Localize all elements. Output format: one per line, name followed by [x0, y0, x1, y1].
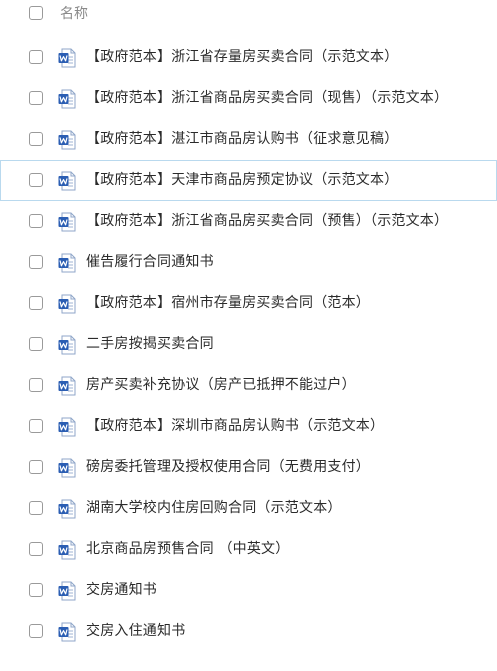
file-name-link[interactable]: 二手房按揭买卖合同 — [86, 334, 214, 354]
word-doc-icon — [58, 540, 76, 560]
file-row[interactable]: 湖南大学校内住房回购合同（示范文本） — [0, 488, 497, 529]
file-name-link[interactable]: 【政府范本】湛江市商品房认购书（征求意见稿） — [86, 129, 398, 149]
file-name-link[interactable]: 交房入住通知书 — [86, 621, 185, 641]
file-name-link[interactable]: 【政府范本】浙江省商品房买卖合同（预售）（示范文本） — [86, 211, 448, 231]
word-doc-icon — [58, 622, 76, 642]
file-row[interactable]: 磅房委托管理及授权使用合同（无费用支付） — [0, 447, 497, 488]
word-doc-icon — [58, 499, 76, 519]
file-name-link[interactable]: 【政府范本】宿州市存量房买卖合同（范本） — [86, 293, 370, 313]
word-doc-icon — [58, 130, 76, 150]
file-row[interactable]: 房产买卖补充协议（房产已抵押不能过户） — [0, 365, 497, 406]
word-doc-icon — [58, 253, 76, 273]
select-all-checkbox[interactable] — [29, 6, 43, 20]
word-doc-icon — [58, 48, 76, 68]
file-row[interactable]: 【政府范本】浙江省商品房买卖合同（现售）（示范文本） — [0, 78, 497, 119]
file-row[interactable]: 交房入住通知书 — [0, 611, 497, 652]
word-doc-icon — [58, 458, 76, 478]
file-name-link[interactable]: 北京商品房预售合同 （中英文） — [86, 539, 289, 559]
word-doc-icon — [58, 89, 76, 109]
row-checkbox[interactable] — [29, 173, 43, 187]
file-name-link[interactable]: 交房通知书 — [86, 580, 157, 600]
file-row[interactable]: 【政府范本】宿州市存量房买卖合同（范本） — [0, 283, 497, 324]
file-name-link[interactable]: 【政府范本】深圳市商品房认购书（示范文本） — [86, 416, 384, 436]
file-row[interactable]: 催告履行合同通知书 — [0, 242, 497, 283]
file-row[interactable]: 【政府范本】深圳市商品房认购书（示范文本） — [0, 406, 497, 447]
file-name-link[interactable]: 磅房委托管理及授权使用合同（无费用支付） — [86, 457, 370, 477]
word-doc-icon — [58, 417, 76, 437]
row-checkbox[interactable] — [29, 132, 43, 146]
file-name-link[interactable]: 【政府范本】天津市商品房预定协议（示范文本） — [86, 170, 398, 190]
row-checkbox[interactable] — [29, 296, 43, 310]
row-checkbox[interactable] — [29, 214, 43, 228]
row-checkbox[interactable] — [29, 419, 43, 433]
file-list: 名称 【政府范本】浙江省存量房买卖合同（示范文本） 【政府范本】浙江省商品房买卖合… — [0, 0, 497, 671]
file-rows: 【政府范本】浙江省存量房买卖合同（示范文本） 【政府范本】浙江省商品房买卖合同（现… — [0, 37, 497, 652]
file-name-link[interactable]: 【政府范本】浙江省商品房买卖合同（现售）（示范文本） — [86, 88, 448, 108]
file-row[interactable]: 【政府范本】湛江市商品房认购书（征求意见稿） — [0, 119, 497, 160]
word-doc-icon — [58, 376, 76, 396]
row-checkbox[interactable] — [29, 501, 43, 515]
name-column-header[interactable]: 名称 — [60, 4, 88, 24]
row-checkbox[interactable] — [29, 460, 43, 474]
file-row[interactable]: 二手房按揭买卖合同 — [0, 324, 497, 365]
word-doc-icon — [58, 335, 76, 355]
row-checkbox[interactable] — [29, 378, 43, 392]
file-row[interactable]: 【政府范本】天津市商品房预定协议（示范文本） — [0, 160, 497, 201]
row-checkbox[interactable] — [29, 337, 43, 351]
list-header: 名称 — [0, 0, 497, 30]
row-checkbox[interactable] — [29, 50, 43, 64]
row-checkbox[interactable] — [29, 255, 43, 269]
file-row[interactable]: 北京商品房预售合同 （中英文） — [0, 529, 497, 570]
file-name-link[interactable]: 房产买卖补充协议（房产已抵押不能过户） — [86, 375, 356, 395]
word-doc-icon — [58, 581, 76, 601]
file-row[interactable]: 交房通知书 — [0, 570, 497, 611]
file-row[interactable]: 【政府范本】浙江省商品房买卖合同（预售）（示范文本） — [0, 201, 497, 242]
word-doc-icon — [58, 212, 76, 232]
file-name-link[interactable]: 湖南大学校内住房回购合同（示范文本） — [86, 498, 342, 518]
word-doc-icon — [58, 171, 76, 191]
file-name-link[interactable]: 【政府范本】浙江省存量房买卖合同（示范文本） — [86, 47, 398, 67]
file-name-link[interactable]: 催告履行合同通知书 — [86, 252, 214, 272]
file-row[interactable]: 【政府范本】浙江省存量房买卖合同（示范文本） — [0, 37, 497, 78]
row-checkbox[interactable] — [29, 542, 43, 556]
row-checkbox[interactable] — [29, 91, 43, 105]
row-checkbox[interactable] — [29, 583, 43, 597]
row-checkbox[interactable] — [29, 624, 43, 638]
word-doc-icon — [58, 294, 76, 314]
